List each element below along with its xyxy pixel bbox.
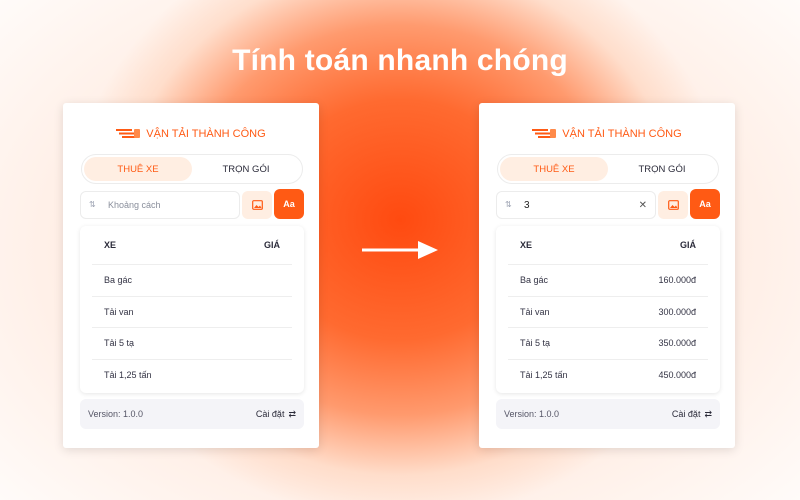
version-label: Version: 1.0.0: [88, 409, 144, 419]
table-header: XE GIÁ: [80, 226, 304, 264]
tab-thue-xe[interactable]: THUÊ XE: [500, 157, 608, 181]
vehicle-cell: Tải 1,25 tấn: [104, 370, 152, 380]
price-cell: 450.000đ: [658, 370, 696, 380]
table-row: Ba gác: [92, 264, 292, 295]
vehicle-cell: Ba gác: [104, 275, 133, 285]
price-table: XE GIÁ Ba gác Tải van Tải 5 tạ Tải 1,25 …: [80, 226, 304, 393]
price-cell: 160.000đ: [658, 275, 696, 285]
table-row: Tải van: [92, 296, 292, 327]
font-size-button[interactable]: Aa: [274, 189, 304, 219]
sort-arrows-icon: ⇅: [89, 200, 96, 209]
distance-input-box[interactable]: ⇅ 3 ✕: [496, 191, 656, 219]
column-header-vehicle: XE: [520, 240, 533, 250]
table-header: XE GIÁ: [496, 226, 720, 264]
vehicle-cell: Ba gác: [520, 275, 549, 285]
price-table: XE GIÁ Ba gác 160.000đ Tải van 300.000đ …: [496, 226, 720, 393]
distance-input-value[interactable]: 3: [524, 200, 639, 211]
brand-name: VẬN TẢI THÀNH CÔNG: [146, 128, 266, 140]
mode-tabs: THUÊ XE TRỌN GÓI: [81, 154, 303, 184]
extension-panel-before: VẬN TẢI THÀNH CÔNG THUÊ XE TRỌN GÓI ⇅ Kh…: [63, 103, 319, 448]
settings-label: Cài đặt: [255, 409, 285, 419]
vehicle-cell: Tải 5 tạ: [520, 338, 551, 348]
vehicle-cell: Tải van: [104, 307, 134, 317]
clear-icon[interactable]: ✕: [639, 200, 647, 211]
tab-tron-goi[interactable]: TRỌN GÓI: [608, 157, 716, 181]
brand-name: VẬN TẢI THÀNH CÔNG: [562, 128, 682, 140]
settings-button[interactable]: Cài đặt ⇄: [672, 409, 712, 420]
column-header-vehicle: XE: [104, 240, 117, 250]
price-cell: 300.000đ: [658, 307, 696, 317]
tab-thue-xe[interactable]: THUÊ XE: [84, 157, 192, 181]
vehicle-cell: Tải 5 tạ: [104, 338, 135, 348]
vehicle-cell: Tải 1,25 tấn: [520, 370, 568, 380]
tab-tron-goi[interactable]: TRỌN GÓI: [192, 157, 300, 181]
headline: Tính toán nhanh chóng: [232, 44, 568, 77]
version-label: Version: 1.0.0: [504, 409, 560, 419]
truck-logo-icon: [532, 129, 557, 138]
extension-panel-after: VẬN TẢI THÀNH CÔNG THUÊ XE TRỌN GÓI ⇅ 3 …: [479, 103, 735, 448]
table-row: Tải van 300.000đ: [508, 296, 708, 327]
vehicle-cell: Tải van: [520, 307, 550, 317]
brand-header: VẬN TẢI THÀNH CÔNG: [479, 125, 735, 143]
mode-tabs: THUÊ XE TRỌN GÓI: [497, 154, 719, 184]
table-row: Tải 5 tạ 350.000đ: [508, 327, 708, 358]
sort-arrows-icon: ⇅: [505, 200, 512, 209]
distance-input-placeholder[interactable]: Khoảng cách: [108, 200, 231, 210]
panel-footer: Version: 1.0.0 Cài đặt ⇄: [496, 399, 720, 429]
price-cell: 350.000đ: [658, 338, 696, 348]
column-header-price: GIÁ: [263, 240, 280, 250]
table-row: Tải 1,25 tấn: [92, 359, 292, 390]
image-button[interactable]: [658, 191, 688, 219]
image-icon: [251, 200, 263, 210]
table-row: Ba gác 160.000đ: [508, 264, 708, 295]
settings-label: Cài đặt: [671, 409, 701, 419]
panel-footer: Version: 1.0.0 Cài đặt ⇄: [80, 399, 304, 429]
settings-button[interactable]: Cài đặt ⇄: [256, 409, 296, 420]
column-header-price: GIÁ: [679, 240, 696, 250]
image-icon: [667, 200, 679, 210]
table-row: Tải 5 tạ: [92, 327, 292, 358]
distance-input-box[interactable]: ⇅ Khoảng cách: [80, 191, 240, 219]
table-row: Tải 1,25 tấn 450.000đ: [508, 359, 708, 390]
brand-header: VẬN TẢI THÀNH CÔNG: [63, 125, 319, 143]
truck-logo-icon: [116, 129, 141, 138]
swap-arrows-icon: ⇄: [704, 408, 712, 419]
font-size-button[interactable]: Aa: [690, 189, 720, 219]
arrow-right-icon: [362, 241, 438, 259]
image-button[interactable]: [242, 191, 272, 219]
swap-arrows-icon: ⇄: [288, 408, 296, 419]
